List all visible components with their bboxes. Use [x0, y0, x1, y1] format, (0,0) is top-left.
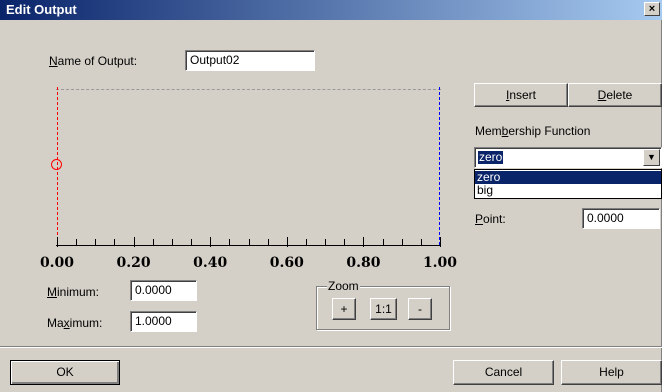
series-big-line — [439, 87, 440, 245]
x-axis-tick — [152, 239, 154, 245]
zoom-out-button[interactable]: - — [408, 298, 432, 320]
cancel-button[interactable]: Cancel — [453, 360, 554, 385]
x-axis-tick — [401, 239, 403, 245]
x-axis-tick — [229, 239, 231, 245]
name-of-output-label: Name of Output: — [49, 54, 138, 68]
x-axis-tick — [191, 239, 193, 245]
plot-top-boundary — [56, 89, 441, 90]
x-axis-tick — [76, 239, 78, 245]
x-axis-tick — [210, 237, 212, 247]
bottom-separator-highlight — [0, 347, 662, 348]
selected-point-marker[interactable] — [51, 159, 62, 170]
title-bar: Edit Output × — [0, 0, 662, 20]
x-axis-tick — [440, 237, 441, 247]
edit-output-dialog: Edit Output × Name of Output: Output02 0… — [0, 0, 662, 392]
x-tick-label: 0.80 — [346, 255, 381, 271]
x-axis-tick — [382, 239, 384, 245]
x-axis-tick — [325, 239, 327, 245]
x-tick-label: 0.60 — [269, 255, 304, 271]
x-axis-tick — [171, 239, 173, 245]
window-title: Edit Output — [6, 2, 77, 17]
close-icon[interactable]: × — [644, 2, 660, 16]
membership-option-big[interactable]: big — [475, 184, 661, 197]
x-tick-label: 0.20 — [116, 255, 151, 271]
zoom-reset-button[interactable]: 1:1 — [370, 298, 397, 320]
maximum-input[interactable]: 1.0000 — [130, 311, 197, 332]
x-tick-label: 0.00 — [39, 255, 75, 271]
delete-button[interactable]: Delete — [568, 83, 662, 107]
x-axis-tick — [344, 239, 346, 245]
x-axis-tick — [133, 237, 135, 247]
chevron-down-icon[interactable]: ▼ — [643, 149, 660, 166]
point-label: Point: — [475, 212, 506, 226]
membership-dropdown-list: zero big — [474, 169, 662, 199]
membership-function-select[interactable]: zero ▼ — [474, 147, 662, 168]
x-axis-tick — [248, 239, 250, 245]
x-axis — [56, 245, 441, 246]
zoom-label: Zoom — [327, 279, 360, 293]
name-of-output-input[interactable]: Output02 — [185, 50, 315, 71]
x-axis-tick — [305, 239, 307, 245]
x-axis-tick — [363, 237, 365, 247]
help-button[interactable]: Help — [561, 360, 662, 385]
point-input[interactable]: 0.0000 — [582, 208, 660, 229]
minimum-input[interactable]: 0.0000 — [130, 280, 197, 301]
x-axis-tick — [286, 237, 288, 247]
x-axis-tick — [57, 237, 58, 247]
membership-plot[interactable] — [56, 86, 441, 246]
membership-selected-value: zero — [478, 150, 504, 164]
ok-button[interactable]: OK — [10, 360, 120, 385]
zoom-in-button[interactable]: + — [332, 298, 356, 320]
x-axis-tick — [114, 239, 116, 245]
membership-function-label: Membership Function — [475, 124, 591, 138]
maximum-label: Maximum: — [47, 316, 103, 330]
membership-option-zero[interactable]: zero — [475, 171, 661, 184]
x-axis-tick — [420, 239, 422, 245]
x-tick-label: 1.00 — [422, 255, 458, 271]
x-axis-tick — [95, 239, 97, 245]
x-tick-label: 0.40 — [193, 255, 228, 271]
minimum-label: Minimum: — [47, 285, 100, 299]
x-axis-tick — [267, 239, 269, 245]
insert-button[interactable]: Insert — [474, 83, 568, 107]
